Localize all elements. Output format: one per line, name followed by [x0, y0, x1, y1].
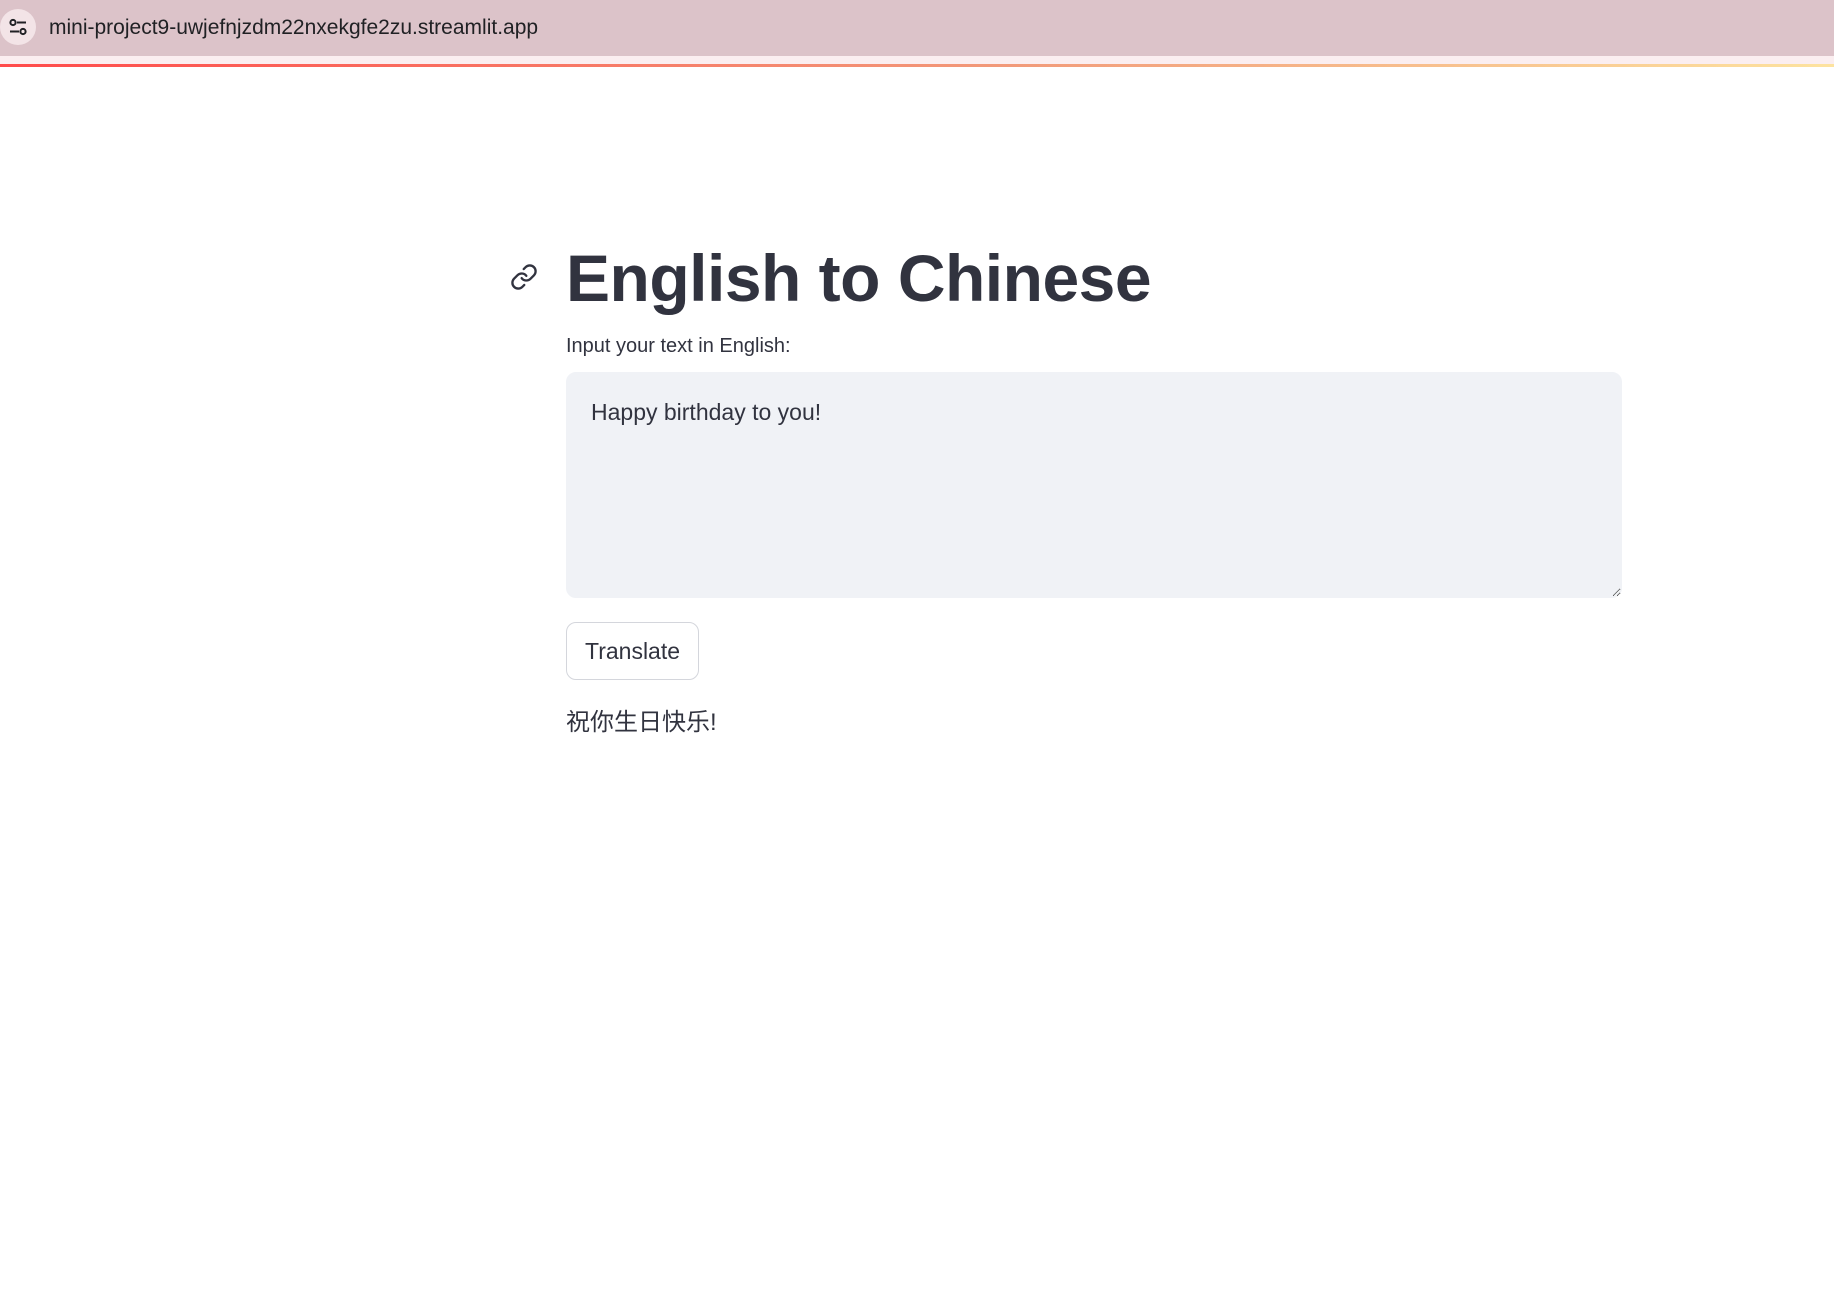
input-label: Input your text in English: [566, 335, 791, 357]
browser-address-bar: mini-project9-uwjefnjzdm22nxekgfe2zu.str… [0, 0, 1834, 56]
title-anchor-link[interactable] [510, 263, 538, 291]
site-info-button[interactable] [0, 9, 36, 45]
url-text[interactable]: mini-project9-uwjefnjzdm22nxekgfe2zu.str… [49, 14, 538, 42]
page-title: English to Chinese [566, 241, 1152, 315]
main-content: English to Chinese Input your text in En… [566, 230, 1622, 740]
browser-bar-divider [0, 56, 1834, 64]
streamlit-decoration-bar [0, 64, 1834, 67]
translate-button[interactable]: Translate [566, 622, 700, 680]
english-text-input[interactable]: Happy birthday to you! [566, 372, 1622, 598]
tune-icon [9, 18, 27, 36]
translation-result: 祝你生日快乐! [566, 709, 717, 736]
link-icon [511, 264, 537, 290]
